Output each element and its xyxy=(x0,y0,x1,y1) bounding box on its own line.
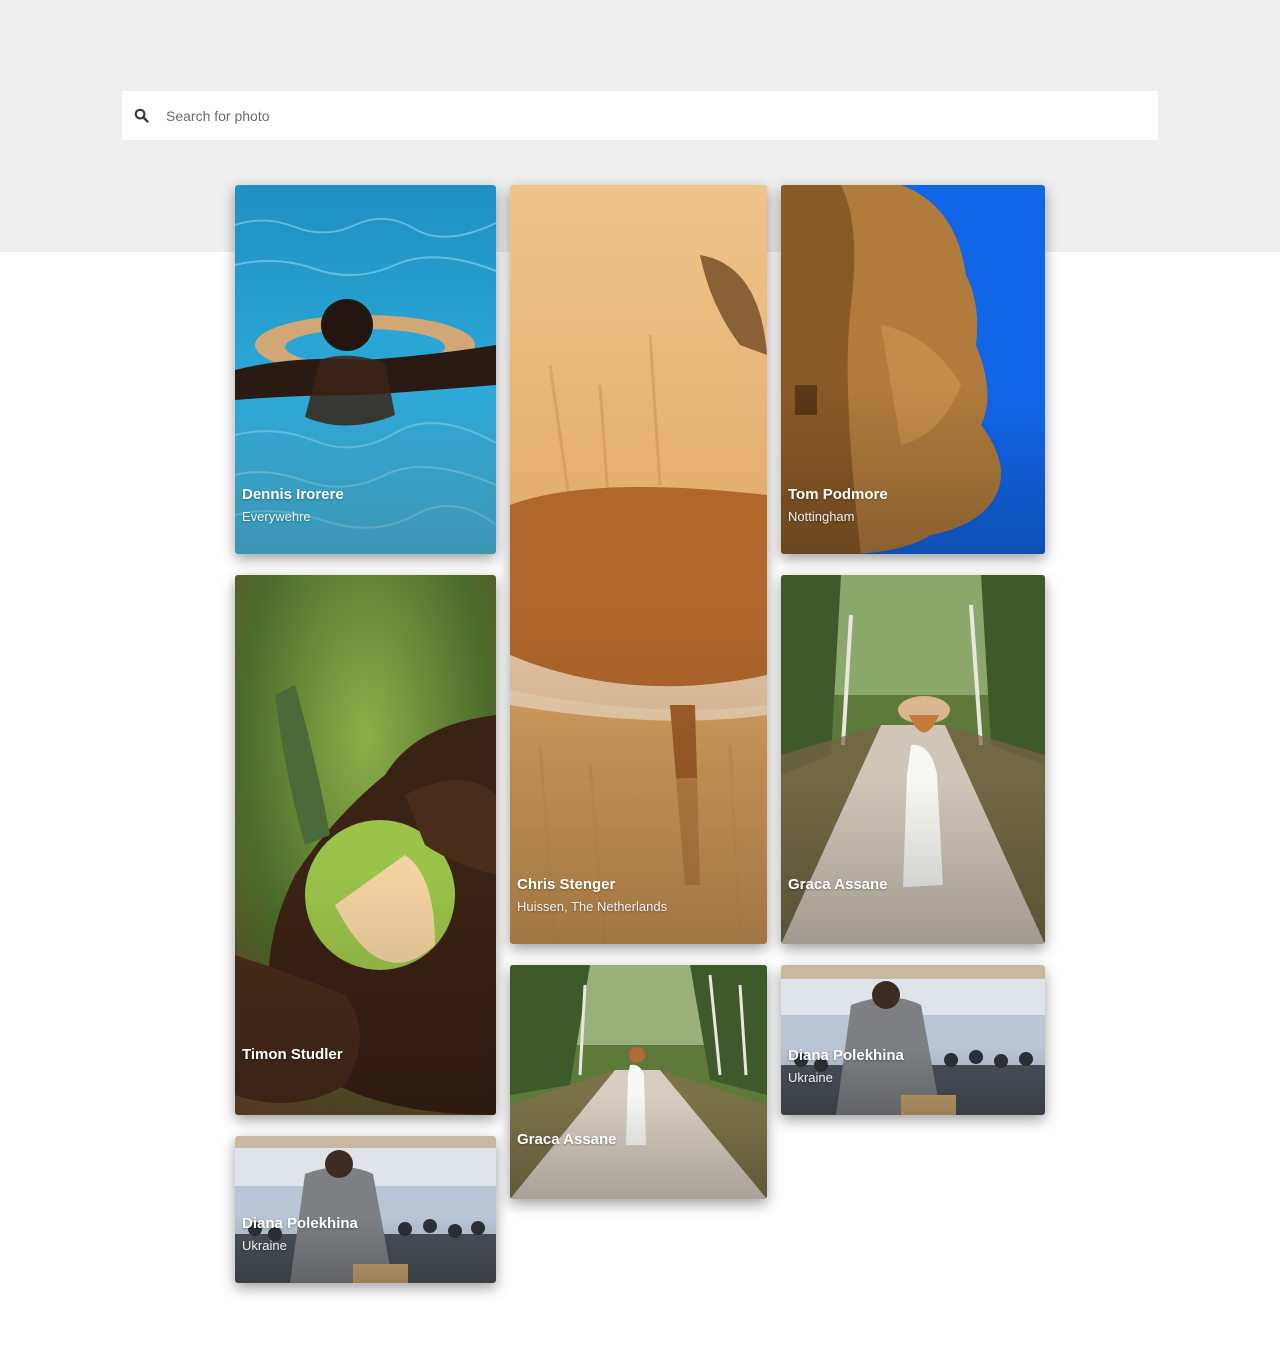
photo-caption: Tom Podmore Nottingham xyxy=(788,486,888,526)
photo-caption: Timon Studler xyxy=(242,1046,343,1064)
photo-overlay xyxy=(235,872,496,1115)
photographer-name: Dennis Irorere xyxy=(242,486,344,503)
search-input[interactable] xyxy=(158,91,1158,140)
photo-caption: Chris Stenger Huissen, The Netherlands xyxy=(517,876,667,916)
photographer-name: Diana Polekhina xyxy=(242,1215,358,1232)
photographer-name: Graca Assane xyxy=(517,1131,617,1148)
search-icon[interactable] xyxy=(124,91,158,140)
photo-card[interactable]: Diana Polekhina Ukraine xyxy=(781,965,1045,1115)
photo-card[interactable]: Timon Studler xyxy=(235,575,496,1115)
photo-caption: Graca Assane xyxy=(517,1131,617,1149)
photographer-name: Chris Stenger xyxy=(517,876,616,893)
photo-overlay xyxy=(781,387,1045,554)
photo-card[interactable]: Tom Podmore Nottingham xyxy=(781,185,1045,554)
photo-location: Ukraine xyxy=(242,1238,287,1253)
photo-overlay xyxy=(781,777,1045,944)
photographer-name: Timon Studler xyxy=(242,1046,343,1063)
photo-card[interactable]: Dennis Irorere Everywehre xyxy=(235,185,496,554)
photo-location: Everywehre xyxy=(242,509,311,524)
photo-location: Huissen, The Netherlands xyxy=(517,899,668,914)
photographer-name: Tom Podmore xyxy=(788,486,888,503)
photo-location: Ukraine xyxy=(788,1070,833,1085)
photo-caption: Diana Polekhina Ukraine xyxy=(788,1047,904,1087)
search-bar[interactable] xyxy=(122,91,1158,140)
photo-caption: Diana Polekhina Ukraine xyxy=(242,1215,358,1255)
photo-card[interactable]: Diana Polekhina Ukraine xyxy=(235,1136,496,1283)
photo-card[interactable]: Graca Assane xyxy=(781,575,1045,944)
photo-caption: Dennis Irorere Everywehre xyxy=(242,486,344,526)
photographer-name: Graca Assane xyxy=(788,876,888,893)
photographer-name: Diana Polekhina xyxy=(788,1047,904,1064)
photo-location: Nottingham xyxy=(788,509,855,524)
photo-overlay xyxy=(235,387,496,554)
photo-card[interactable]: Graca Assane xyxy=(510,965,767,1199)
photo-caption: Graca Assane xyxy=(788,876,888,894)
photo-card[interactable]: Chris Stenger Huissen, The Netherlands xyxy=(510,185,767,944)
